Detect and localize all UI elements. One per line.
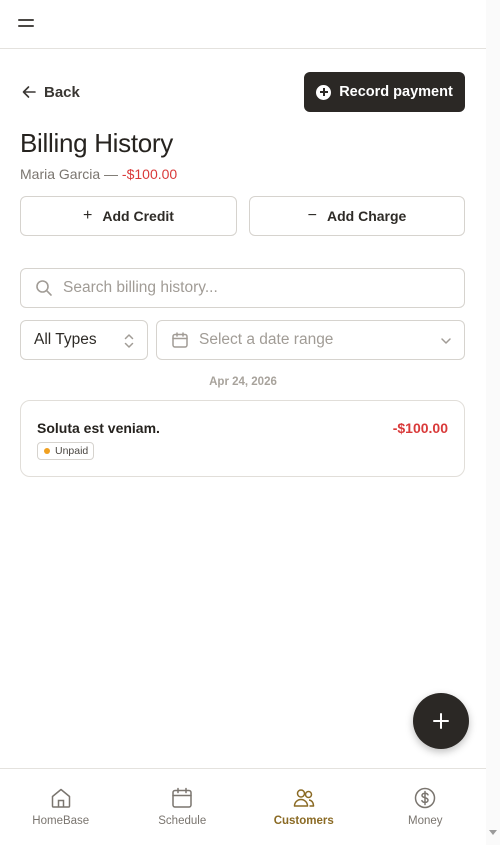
calendar-icon	[172, 787, 192, 808]
transaction-amount: -$100.00	[392, 420, 448, 436]
subtitle-separator: —	[100, 166, 122, 182]
menu-icon[interactable]	[16, 14, 38, 34]
add-charge-label: Add Charge	[327, 208, 407, 224]
users-icon	[293, 789, 314, 807]
nav-item-money[interactable]: Money	[365, 769, 487, 845]
nav-item-homebase[interactable]: HomeBase	[0, 769, 122, 845]
app-screen: Back Record payment Billing History Mari…	[0, 0, 486, 845]
plus-icon	[433, 713, 449, 729]
minus-icon: −	[307, 207, 317, 224]
add-charge-button[interactable]: − Add Charge	[249, 196, 465, 236]
home-icon	[51, 788, 70, 808]
customer-balance: -$100.00	[121, 166, 178, 182]
nav-item-customers[interactable]: Customers	[243, 769, 365, 845]
top-bar	[0, 0, 486, 49]
date-range-picker[interactable]: Select a date range	[156, 320, 465, 360]
page-title: Billing History	[20, 128, 173, 158]
plus-icon: +	[83, 207, 93, 224]
customer-name: Maria Garcia	[20, 166, 101, 182]
calendar-icon	[171, 331, 189, 349]
search-field[interactable]	[20, 268, 465, 308]
transaction-card[interactable]: Soluta est veniam. -$100.00 Unpaid	[20, 400, 465, 477]
plus-circle-icon	[316, 84, 332, 100]
fab-add-button[interactable]	[413, 693, 469, 749]
search-icon	[36, 280, 52, 296]
bottom-navigation: HomeBase Schedule Customers Money	[0, 768, 486, 845]
date-range-placeholder: Select a date range	[199, 331, 334, 348]
back-button[interactable]: Back	[20, 80, 80, 104]
search-input[interactable]	[63, 279, 423, 297]
transaction-title: Soluta est veniam.	[37, 420, 160, 436]
type-filter-select[interactable]: All Types	[20, 320, 148, 360]
record-payment-button[interactable]: Record payment	[304, 72, 465, 112]
date-group-header: Apr 24, 2026	[209, 376, 277, 388]
add-credit-label: Add Credit	[102, 208, 174, 224]
dollar-circle-icon	[415, 787, 436, 809]
chevron-down-icon	[441, 338, 451, 344]
nav-label-homebase: HomeBase	[32, 815, 90, 827]
nav-label-customers: Customers	[273, 815, 334, 827]
status-badge: Unpaid	[37, 442, 95, 460]
status-dot-icon	[44, 448, 50, 454]
nav-item-schedule[interactable]: Schedule	[122, 769, 244, 845]
status-label: Unpaid	[55, 445, 89, 457]
nav-label-money: Money	[407, 815, 443, 827]
scrollbar[interactable]	[486, 0, 500, 845]
chevron-up-down-icon	[124, 334, 134, 348]
scroll-down-arrow-icon[interactable]	[489, 830, 497, 835]
back-label: Back	[44, 83, 80, 101]
nav-label-schedule: Schedule	[158, 815, 207, 827]
customer-subtitle: Maria Garcia — -$100.00	[20, 166, 177, 182]
record-payment-label: Record payment	[339, 84, 453, 100]
type-filter-value: All Types	[34, 331, 97, 348]
arrow-left-icon	[22, 86, 36, 98]
add-credit-button[interactable]: + Add Credit	[20, 196, 237, 236]
